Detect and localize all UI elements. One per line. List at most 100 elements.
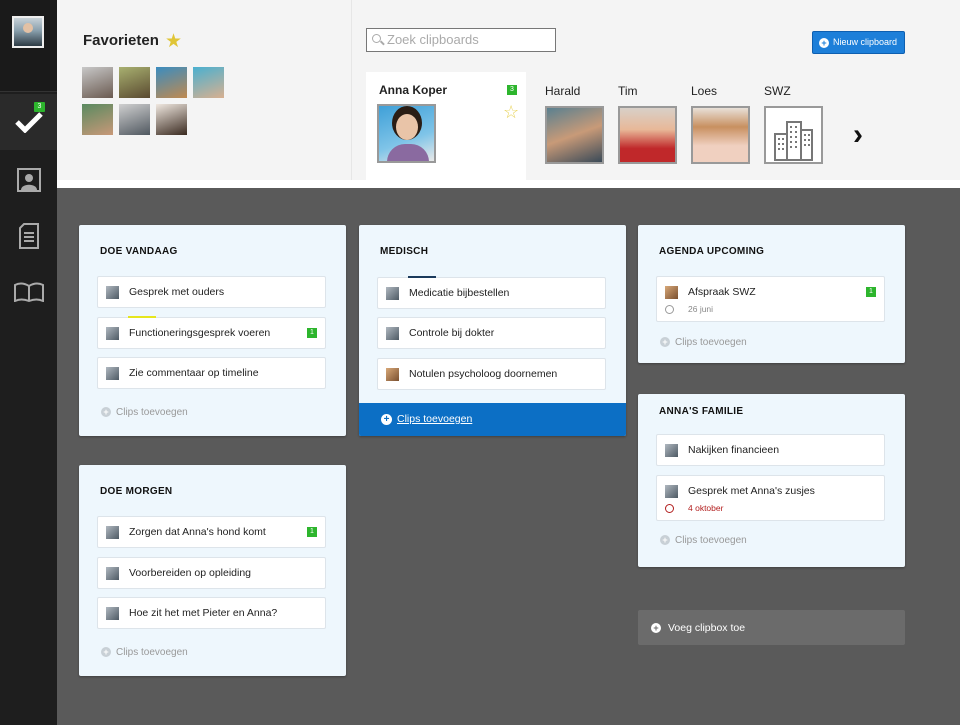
clip-item[interactable]: Zorgen dat Anna's hond komt 1 <box>97 516 326 548</box>
person-tab-harald[interactable]: Harald <box>545 84 604 164</box>
chevron-right-icon[interactable]: › <box>853 118 863 152</box>
clip-date: 26 juni <box>688 304 714 314</box>
add-clips-link[interactable]: Clips toevoegen <box>660 535 747 546</box>
clip-item[interactable]: Gesprek met ouders <box>97 276 326 308</box>
clip-avatar <box>106 327 119 340</box>
clip-text: Voorbereiden op opleiding <box>129 567 252 579</box>
star-outline-icon[interactable]: ☆ <box>503 102 519 123</box>
clip-avatar <box>106 286 119 299</box>
clip-avatar <box>665 485 678 498</box>
clip-item[interactable]: Hoe zit het met Pieter en Anna? <box>97 597 326 629</box>
clip-date: 4 oktober <box>688 503 724 513</box>
active-person-badge: 3 <box>507 85 517 95</box>
star-icon: ★ <box>165 31 183 52</box>
clip-item[interactable]: Zie commentaar op timeline <box>97 357 326 389</box>
person-name: SWZ <box>764 84 791 98</box>
sidebar-item-clipboards[interactable]: 3 <box>0 94 57 150</box>
board-title: DOE VANDAAG <box>100 246 178 257</box>
board-annas-familie: ANNA'S FAMILIE Nakijken financieen Gespr… <box>638 394 905 567</box>
favorite-avatar[interactable] <box>193 67 224 98</box>
plus-circle-icon: + <box>381 414 392 425</box>
search-input[interactable]: Zoek clipboards <box>366 28 556 52</box>
active-person-name: Anna Koper <box>379 83 448 97</box>
clock-icon <box>665 504 674 513</box>
header-divider <box>57 180 960 188</box>
sidebar: 3 <box>0 0 57 725</box>
checklist-icon <box>14 112 43 133</box>
sidebar-item-library[interactable] <box>0 264 57 320</box>
header: Favorieten ★ Zoek clipboards + Nieuw cli… <box>57 0 960 180</box>
progress-accent <box>408 276 436 278</box>
person-name: Loes <box>691 84 718 98</box>
person-tab-swz[interactable]: SWZ <box>764 84 823 164</box>
clip-avatar <box>386 287 399 300</box>
board-agenda-upcoming: AGENDA UPCOMING Afspraak SWZ 1 26 juni C… <box>638 225 905 363</box>
board-medisch: MEDISCH Medicatie bijbestellen Controle … <box>359 225 626 436</box>
board-doe-morgen: DOE MORGEN Zorgen dat Anna's hond komt 1… <box>79 465 346 676</box>
clip-avatar <box>106 367 119 380</box>
clip-avatar <box>106 567 119 580</box>
clip-avatar <box>386 327 399 340</box>
building-icon <box>774 121 813 161</box>
clip-item[interactable]: Notulen psycholoog doornemen <box>377 358 606 390</box>
add-clips-bar[interactable]: + Clips toevoegen <box>359 403 626 436</box>
person-photo <box>764 106 823 164</box>
board-title: AGENDA UPCOMING <box>659 246 765 257</box>
favorite-avatar[interactable] <box>82 67 113 98</box>
clip-text: Nakijken financieen <box>688 444 780 456</box>
person-tab-tim[interactable]: Tim <box>618 84 677 164</box>
board-doe-vandaag: DOE VANDAAG Gesprek met ouders Functione… <box>79 225 346 436</box>
user-avatar[interactable] <box>12 16 44 48</box>
clip-item[interactable]: Controle bij dokter <box>377 317 606 349</box>
board-title: MEDISCH <box>380 246 429 257</box>
clip-item[interactable]: Afspraak SWZ 1 26 juni <box>656 276 885 322</box>
clip-badge: 1 <box>866 287 876 297</box>
favorites-title: Favorieten <box>83 32 159 49</box>
sidebar-profile-area <box>0 0 57 92</box>
favorite-avatar[interactable] <box>156 104 187 135</box>
active-person-photo <box>377 104 436 163</box>
clip-text: Hoe zit het met Pieter en Anna? <box>129 607 278 619</box>
add-clips-link[interactable]: Clips toevoegen <box>101 407 188 418</box>
sidebar-item-contacts[interactable] <box>0 152 57 208</box>
clip-item[interactable]: Gesprek met Anna's zusjes 4 oktober <box>656 475 885 521</box>
add-clips-link[interactable]: Clips toevoegen <box>101 647 188 658</box>
person-name: Harald <box>545 84 581 98</box>
clip-text: Gesprek met Anna's zusjes <box>688 485 815 497</box>
sidebar-item-documents[interactable] <box>0 208 57 264</box>
favorites-panel: Favorieten ★ <box>57 0 352 180</box>
clip-text: Afspraak SWZ <box>688 286 756 298</box>
clock-icon <box>665 305 674 314</box>
add-clips-label: Clips toevoegen <box>397 413 473 425</box>
clip-badge: 1 <box>307 527 317 537</box>
clip-item[interactable]: Medicatie bijbestellen <box>377 276 606 309</box>
add-clipbox-label: Voeg clipbox toe <box>668 622 746 634</box>
person-name: Tim <box>618 84 638 98</box>
contacts-icon <box>16 168 41 192</box>
person-tab-loes[interactable]: Loes <box>691 84 750 164</box>
clip-item[interactable]: Nakijken financieen <box>656 434 885 466</box>
new-clipboard-button[interactable]: + Nieuw clipboard <box>812 31 905 54</box>
board-title: ANNA'S FAMILIE <box>659 406 744 417</box>
clip-text: Zie commentaar op timeline <box>129 367 259 379</box>
clip-avatar <box>106 607 119 620</box>
favorite-avatar[interactable] <box>82 104 113 135</box>
clip-text: Functioneringsgesprek voeren <box>129 327 271 339</box>
plus-icon: + <box>819 38 829 48</box>
board-title: DOE MORGEN <box>100 486 173 497</box>
favorite-avatar[interactable] <box>156 67 187 98</box>
sidebar-badge: 3 <box>34 102 45 112</box>
plus-circle-icon: + <box>651 623 661 633</box>
book-icon <box>13 282 44 302</box>
add-clips-link[interactable]: Clips toevoegen <box>660 337 747 348</box>
person-photo <box>691 106 750 164</box>
active-person-tab[interactable]: Anna Koper 3 ☆ <box>366 72 526 180</box>
favorite-avatar[interactable] <box>119 104 150 135</box>
clip-text: Zorgen dat Anna's hond komt <box>129 526 266 538</box>
favorite-avatar[interactable] <box>119 67 150 98</box>
add-clipbox-button[interactable]: + Voeg clipbox toe <box>638 610 905 645</box>
document-icon <box>18 223 39 249</box>
clip-item[interactable]: Voorbereiden op opleiding <box>97 557 326 589</box>
clip-avatar <box>106 526 119 539</box>
clip-item[interactable]: Functioneringsgesprek voeren 1 <box>97 316 326 349</box>
